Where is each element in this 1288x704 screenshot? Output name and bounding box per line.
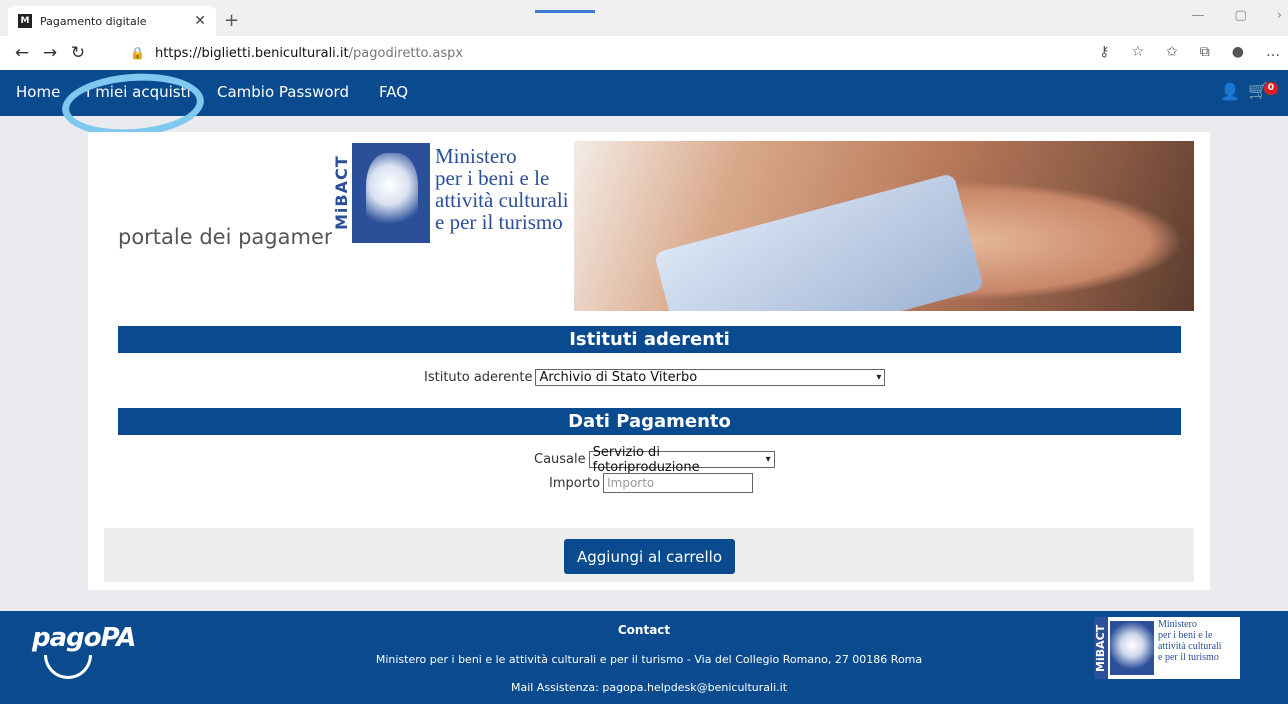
mibact-vertical-text: MiBACT	[332, 155, 351, 231]
maximize-icon[interactable]: ▢	[1235, 8, 1247, 23]
footer-mibact-vertical-text: MiBACT	[1094, 617, 1108, 679]
chevron-down-icon: ▾	[876, 372, 882, 383]
new-tab-icon[interactable]: +	[224, 10, 239, 31]
istituto-row: Istituto aderente Archivio di Stato Vite…	[424, 369, 886, 386]
mibact-statue-icon	[352, 143, 430, 243]
favorites-icon[interactable]: ✩	[1166, 44, 1178, 60]
nav-change-password[interactable]: Cambio Password	[217, 83, 349, 101]
dati-pagamento-heading: Dati Pagamento	[118, 408, 1181, 435]
importo-input[interactable]: Importo	[603, 473, 754, 493]
address-bar: ← → ↻ 🔒 https://biglietti.beniculturali.…	[0, 36, 1288, 70]
portale-title: portale dei pagamenti	[118, 225, 352, 249]
refresh-icon[interactable]: ↻	[64, 43, 92, 63]
footer-statue-icon	[1110, 621, 1154, 675]
causale-row: Causale Servizio di fotoriproduzione ▾	[534, 445, 775, 475]
more-icon[interactable]: …	[1266, 44, 1280, 60]
footer-ministero-text: Ministero per i beni e le attività cultu…	[1158, 619, 1222, 663]
browser-toolbar-icons: ⚷ ☆ ✩ ⧉ ● …	[1099, 44, 1280, 60]
close-window-icon[interactable]: ›	[1277, 8, 1282, 23]
importo-row: Importo Importo	[549, 473, 754, 493]
chevron-down-icon: ▾	[765, 454, 771, 465]
istituti-heading: Istituti aderenti	[118, 326, 1181, 353]
profile-icon[interactable]: ●	[1232, 44, 1244, 60]
close-tab-icon[interactable]: ✕	[194, 13, 206, 29]
minimize-icon[interactable]: —	[1192, 8, 1205, 23]
importo-label: Importo	[549, 475, 601, 491]
causale-select[interactable]: Servizio di fotoriproduzione ▾	[588, 445, 775, 475]
read-aloud-icon[interactable]: ☆	[1131, 44, 1144, 60]
footer-mibact-logo: MiBACT Ministero per i beni e le attivit…	[1094, 617, 1240, 679]
nav-home[interactable]: Home	[16, 83, 60, 101]
browser-tabbar: M Pagamento digitale ✕ + — ▢ ›	[0, 0, 1288, 36]
user-icon[interactable]: 👤	[1220, 82, 1240, 101]
window-controls: — ▢ ›	[1192, 8, 1283, 23]
add-to-cart-button[interactable]: Aggiungi al carrello	[564, 539, 735, 574]
tab-title: Pagamento digitale	[40, 14, 147, 28]
footer-mail: Mail Assistenza: pagopa.helpdesk@benicul…	[510, 681, 788, 694]
browser-tab[interactable]: M Pagamento digitale ✕	[8, 6, 216, 36]
causale-label: Causale	[534, 452, 586, 467]
istituto-select[interactable]: Archivio di Stato Viterbo ▾	[535, 369, 886, 386]
collections-icon[interactable]: ⧉	[1200, 44, 1210, 60]
url-host: https://biglietti.beniculturali.it	[154, 45, 349, 61]
header-banner: portale dei pagamenti MiBACT Ministero p…	[104, 141, 1194, 311]
focus-indicator	[535, 10, 595, 13]
lock-icon[interactable]: 🔒	[130, 46, 145, 60]
key-icon[interactable]: ⚷	[1099, 44, 1109, 60]
ministero-text: Ministero per i beni e le attività cultu…	[435, 144, 569, 234]
forward-icon[interactable]: →	[36, 43, 64, 63]
site-footer: pagoPA Contact Ministero per i beni e le…	[0, 611, 1288, 704]
site-favicon-icon: M	[18, 14, 32, 28]
back-icon[interactable]: ←	[8, 43, 36, 63]
istituto-label: Istituto aderente	[424, 370, 533, 385]
cart-count-badge: 0	[1263, 82, 1278, 95]
url-path: /pagodiretto.aspx	[348, 45, 464, 61]
nav-faq[interactable]: FAQ	[379, 83, 408, 101]
